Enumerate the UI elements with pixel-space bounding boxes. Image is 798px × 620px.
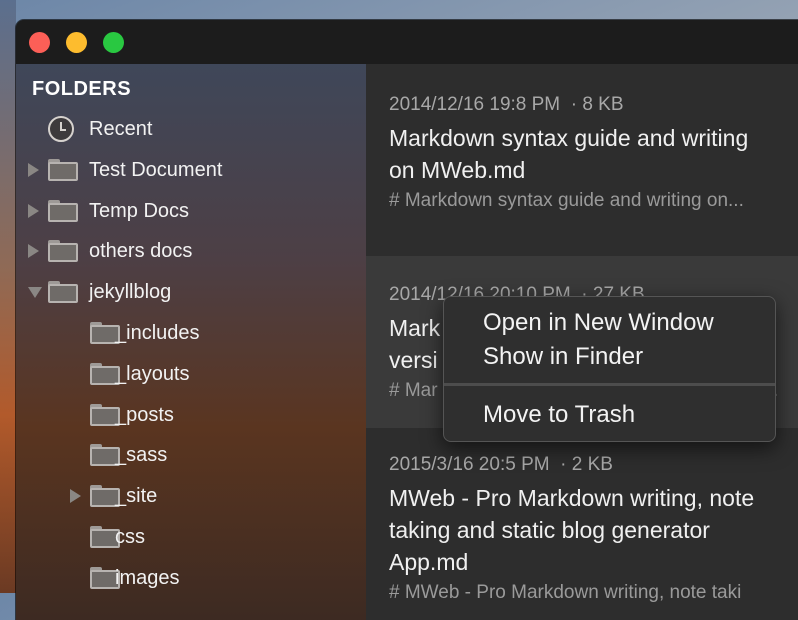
clock-icon xyxy=(48,116,74,142)
note-title-line: versi xyxy=(389,347,438,373)
note-item[interactable]: 2014/12/16 19:8 PM · 8 KB Markdown synta… xyxy=(366,64,798,256)
menu-item-open-in-new-window[interactable]: Open in New Window xyxy=(483,309,714,337)
sidebar: FOLDERS Recent Test Document Temp Docs othe… xyxy=(16,64,366,620)
sidebar-item-jekyllblog[interactable]: jekyllblog xyxy=(16,272,366,312)
minimize-button[interactable] xyxy=(66,32,87,53)
sidebar-header: FOLDERS xyxy=(32,78,132,100)
note-excerpt: # Markdown syntax guide and writing on..… xyxy=(389,190,744,211)
sidebar-item-label: _includes xyxy=(115,322,200,344)
note-size: 2 KB xyxy=(571,454,613,475)
disclosure-expanded-icon[interactable] xyxy=(28,287,42,299)
sidebar-item-test-document[interactable]: Test Document xyxy=(16,150,366,190)
disclosure-collapsed-icon[interactable] xyxy=(28,203,39,218)
sidebar-item-recent[interactable]: Recent xyxy=(16,109,366,149)
note-title-line: Markdown syntax guide and writing xyxy=(389,125,749,151)
context-menu: Open in New Window Show in Finder Move t… xyxy=(443,296,776,442)
sidebar-item-posts[interactable]: _posts xyxy=(16,395,366,435)
meta-separator: · xyxy=(560,454,567,475)
sidebar-item-label: Test Document xyxy=(89,158,223,181)
sidebar-item-label: _posts xyxy=(115,403,174,426)
note-excerpt: # MWeb - Pro Markdown writing, note taki xyxy=(389,582,742,603)
meta-separator: · xyxy=(570,94,578,115)
note-title: Markdown syntax guide and writing on MWeb… xyxy=(389,122,798,186)
sidebar-item-sass[interactable]: _sass xyxy=(16,435,366,475)
sidebar-item-label: Recent xyxy=(89,118,153,140)
sidebar-item-layouts[interactable]: _layouts xyxy=(16,354,366,394)
sidebar-item-includes[interactable]: _includes xyxy=(16,313,366,353)
sidebar-item-label: _sass xyxy=(115,444,168,467)
sidebar-item-site[interactable]: _site xyxy=(16,476,366,516)
disclosure-collapsed-icon[interactable] xyxy=(70,489,81,504)
sidebar-item-label: jekyllblog xyxy=(89,281,172,304)
sidebar-item-label: _site xyxy=(115,485,158,508)
disclosure-collapsed-icon[interactable] xyxy=(28,162,39,177)
folder-icon xyxy=(48,281,78,304)
note-item[interactable]: 2015/3/16 20:5 PM · 2 KB MWeb - Pro Mark… xyxy=(366,428,798,620)
title-bar xyxy=(16,20,798,64)
note-title-line: App.md xyxy=(389,549,469,575)
folder-icon xyxy=(48,158,78,181)
folder-icon xyxy=(48,240,78,263)
note-title-line: on MWeb.md xyxy=(389,157,526,183)
sidebar-item-label: others docs xyxy=(89,240,193,263)
sidebar-item-others-docs[interactable]: others docs xyxy=(16,231,366,271)
sidebar-item-css[interactable]: css xyxy=(16,517,366,557)
menu-separator xyxy=(444,383,775,386)
disclosure-collapsed-icon[interactable] xyxy=(28,244,39,259)
sidebar-item-label: _layouts xyxy=(115,362,190,385)
note-title-line: taking and static blog generator xyxy=(389,517,710,543)
note-date: 2015/3/16 20:5 PM xyxy=(389,454,550,475)
menu-item-show-in-finder[interactable]: Show in Finder xyxy=(483,343,643,371)
menu-item-move-to-trash[interactable]: Move to Trash xyxy=(483,401,635,429)
sidebar-item-label: Temp Docs xyxy=(89,199,190,222)
desktop-wallpaper xyxy=(0,0,16,593)
note-title-line: MWeb - Pro Markdown writing, note xyxy=(389,485,755,511)
zoom-button[interactable] xyxy=(103,32,124,53)
note-date: 2014/12/16 19:8 PM xyxy=(389,94,561,115)
sidebar-item-images[interactable]: images xyxy=(16,558,366,598)
sidebar-item-temp-docs[interactable]: Temp Docs xyxy=(16,191,366,231)
sidebar-item-label: css xyxy=(115,526,145,548)
folder-icon xyxy=(48,199,78,222)
note-title-line: Mark xyxy=(389,315,441,341)
excerpt-left: # Mar xyxy=(389,380,438,401)
note-size: 8 KB xyxy=(582,94,624,115)
sidebar-item-label: images xyxy=(115,566,180,589)
close-button[interactable] xyxy=(29,32,50,53)
note-title: MWeb - Pro Markdown writing, note taking … xyxy=(389,482,798,578)
